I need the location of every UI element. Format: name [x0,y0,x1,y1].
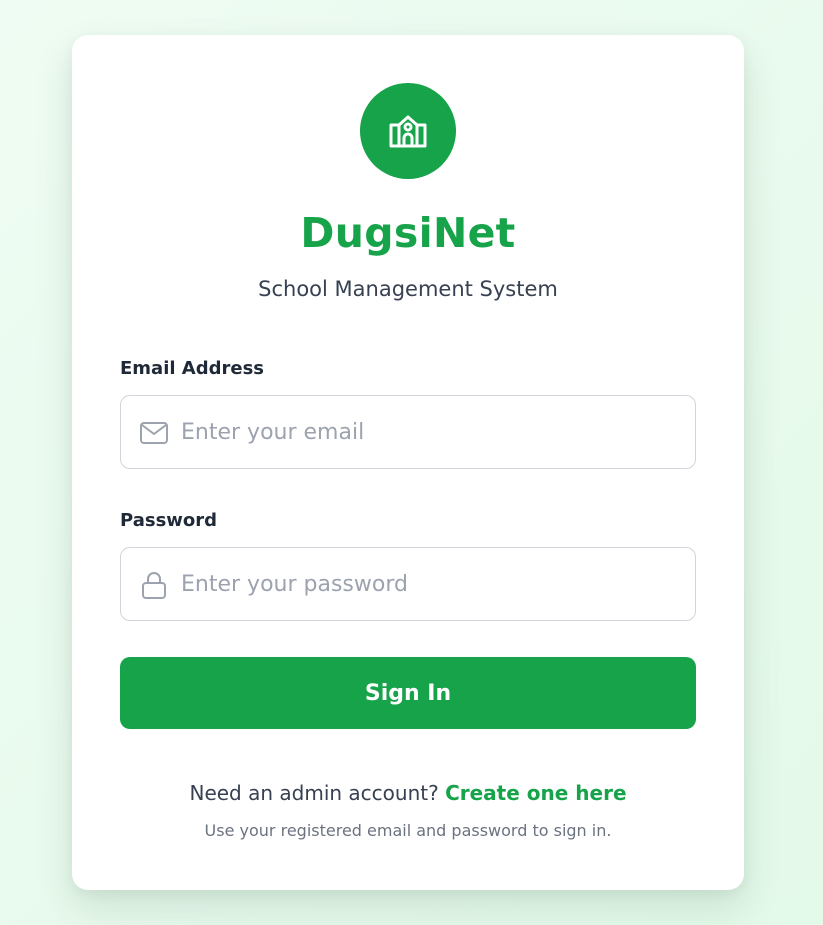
create-account-link[interactable]: Create one here [445,781,626,805]
email-field[interactable] [120,395,696,469]
password-input[interactable] [181,548,681,620]
app-subtitle: School Management System [258,277,558,301]
email-input[interactable] [181,396,681,468]
app-title: DugsiNet [300,209,516,257]
sign-in-button[interactable]: Sign In [120,657,696,729]
email-label: Email Address [120,358,265,379]
register-prompt-text: Need an admin account? [189,781,439,805]
sign-in-hint: Use your registered email and password t… [204,821,612,840]
mail-icon [139,419,169,447]
login-card: DugsiNet School Management System Email … [72,35,744,890]
password-field[interactable] [120,547,696,621]
school-icon [385,108,431,154]
password-label: Password [120,510,218,531]
logo-badge [360,83,456,179]
register-prompt-line: Need an admin account? Create one here [72,778,744,808]
lock-icon [139,571,169,599]
